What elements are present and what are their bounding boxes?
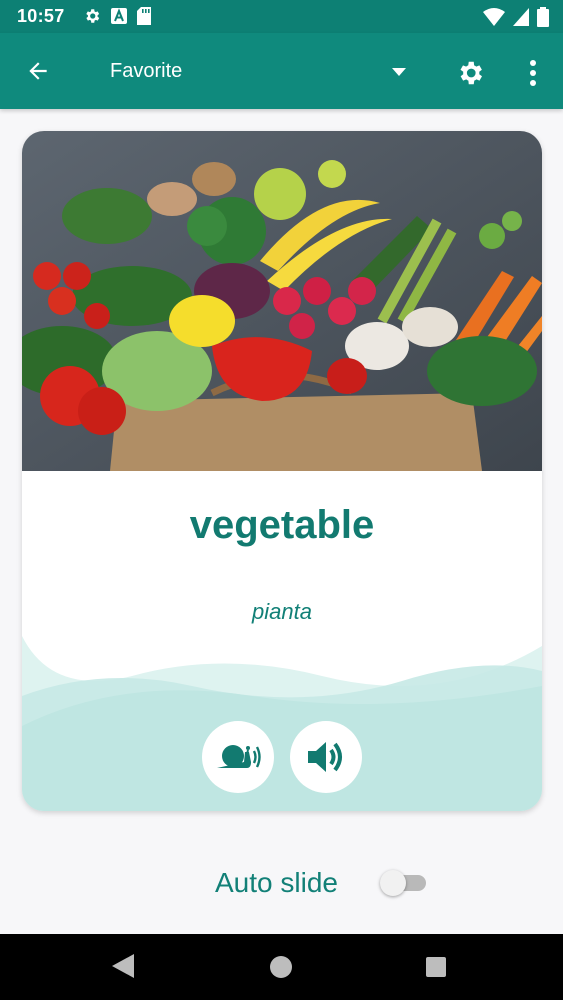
- sd-card-icon: [137, 7, 151, 25]
- auto-slide-toggle[interactable]: [380, 870, 428, 896]
- more-vert-icon: [530, 60, 536, 86]
- system-nav-bar: [0, 934, 563, 1000]
- decorative-waves: [22, 636, 542, 811]
- speaker-icon: [308, 742, 342, 772]
- battery-icon: [537, 7, 549, 27]
- page-title[interactable]: Favorite: [110, 60, 182, 83]
- play-audio-button[interactable]: [290, 721, 362, 793]
- cell-signal-icon: [513, 8, 529, 26]
- settings-button[interactable]: [450, 53, 490, 93]
- back-button[interactable]: [20, 53, 56, 89]
- status-bar: 10:57: [0, 0, 563, 33]
- more-options-button[interactable]: [518, 53, 548, 93]
- status-icons-left: [83, 7, 151, 25]
- snail-sound-icon: [217, 745, 261, 768]
- card-translation: pianta: [252, 599, 312, 624]
- status-time: 10:57: [17, 6, 65, 26]
- app-bar: Favorite: [0, 33, 563, 109]
- status-icons-right: [483, 7, 549, 27]
- gear-icon: [460, 61, 482, 85]
- nav-home-icon[interactable]: [270, 956, 292, 978]
- wifi-icon: [483, 8, 505, 26]
- settings-icon: [86, 9, 100, 23]
- slow-audio-button[interactable]: [202, 721, 274, 793]
- nav-recents-icon[interactable]: [426, 957, 446, 977]
- card-word: vegetable: [189, 503, 375, 547]
- toggle-thumb: [380, 870, 406, 896]
- vegetables-image: [22, 131, 542, 471]
- auto-slide-label: Auto slide: [215, 867, 338, 898]
- arrow-back-icon: [29, 62, 47, 80]
- font-a-icon: [111, 8, 127, 24]
- dropdown-arrow-icon: [392, 68, 406, 76]
- nav-back-icon[interactable]: [112, 954, 134, 978]
- category-dropdown-button[interactable]: [385, 59, 413, 85]
- flash-card[interactable]: vegetable pianta: [22, 131, 542, 811]
